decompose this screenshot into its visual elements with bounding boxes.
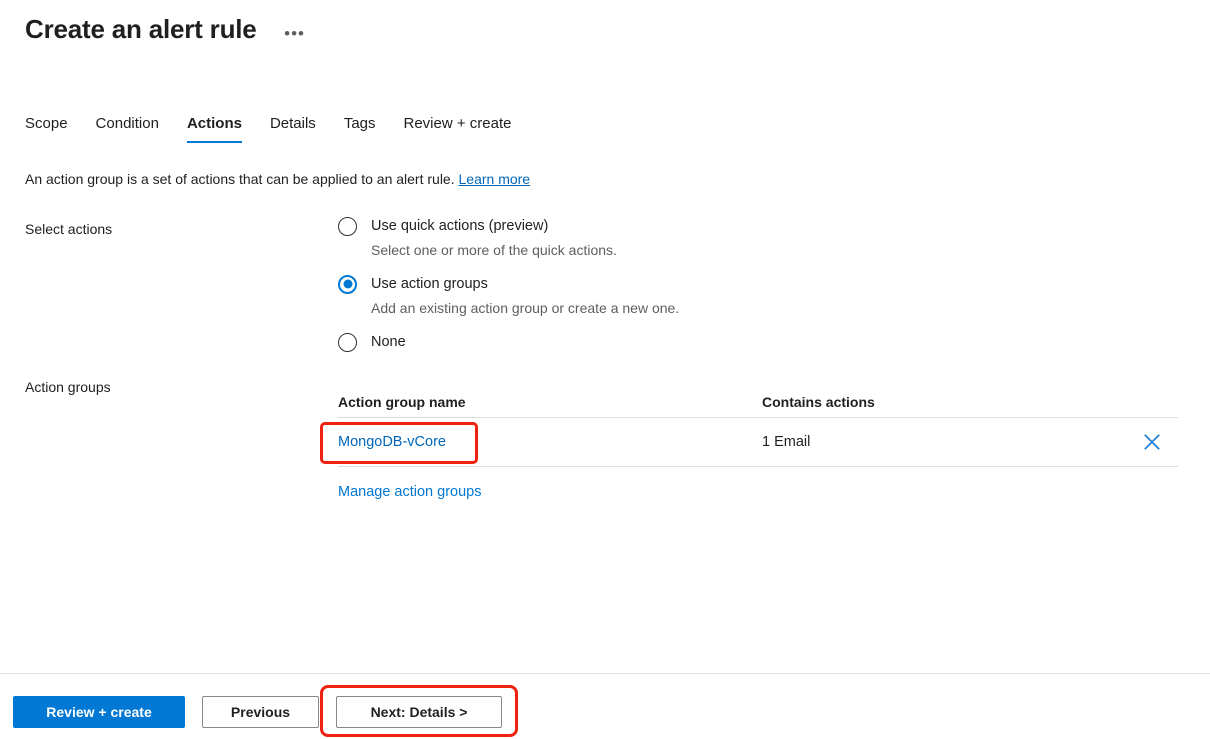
table-row: MongoDB-vCore 1 Email (338, 418, 1178, 467)
radio-description-action-groups: Add an existing action group or create a… (371, 299, 858, 318)
radio-row-quick-actions[interactable]: Use quick actions (preview) (338, 214, 858, 238)
footer-actions: Review + create Previous Next: Details > (13, 696, 502, 728)
more-options-icon[interactable]: ••• (283, 21, 307, 45)
radio-row-none[interactable]: None (338, 330, 858, 354)
action-group-name-link[interactable]: MongoDB-vCore (338, 434, 446, 450)
footer-divider (0, 673, 1210, 674)
select-actions-label: Select actions (25, 219, 112, 239)
intro-description: An action group is a set of actions that… (25, 171, 455, 187)
radio-checked-icon[interactable] (338, 275, 357, 294)
action-groups-label: Action groups (25, 377, 111, 397)
previous-button[interactable]: Previous (202, 696, 319, 728)
radio-unchecked-icon[interactable] (338, 217, 357, 236)
tab-details[interactable]: Details (256, 114, 330, 143)
tab-condition[interactable]: Condition (82, 114, 173, 143)
wizard-tabs: Scope Condition Actions Details Tags Rev… (25, 114, 525, 143)
radio-option-action-groups[interactable]: Use action groups Add an existing action… (338, 272, 858, 318)
tab-actions[interactable]: Actions (173, 114, 256, 143)
cell-remove (1126, 429, 1178, 455)
next-details-button[interactable]: Next: Details > (336, 696, 502, 728)
page-title: Create an alert rule (25, 10, 257, 48)
intro-text: An action group is a set of actions that… (25, 169, 530, 189)
tab-tags[interactable]: Tags (330, 114, 390, 143)
radio-label-none: None (371, 332, 406, 352)
close-x-icon[interactable] (1139, 429, 1165, 455)
radio-description-quick-actions: Select one or more of the quick actions. (371, 241, 858, 260)
action-groups-table: Action group name Contains actions Mongo… (338, 386, 1178, 467)
column-header-action-group-name: Action group name (338, 394, 762, 410)
radio-option-quick-actions[interactable]: Use quick actions (preview) Select one o… (338, 214, 858, 260)
page-header: Create an alert rule ••• (25, 10, 307, 48)
review-create-button[interactable]: Review + create (13, 696, 185, 728)
cell-action-group-name: MongoDB-vCore (338, 434, 762, 450)
table-header-row: Action group name Contains actions (338, 386, 1178, 418)
radio-unchecked-icon[interactable] (338, 333, 357, 352)
radio-row-action-groups[interactable]: Use action groups (338, 272, 858, 296)
learn-more-link[interactable]: Learn more (459, 171, 531, 187)
manage-action-groups-link[interactable]: Manage action groups (338, 484, 482, 500)
tab-review-create[interactable]: Review + create (390, 114, 526, 143)
radio-option-none[interactable]: None (338, 330, 858, 354)
tab-scope[interactable]: Scope (25, 114, 82, 143)
select-actions-radio-group: Use quick actions (preview) Select one o… (338, 214, 858, 354)
cell-contains-actions: 1 Email (762, 434, 1126, 450)
column-header-contains-actions: Contains actions (762, 394, 1126, 410)
radio-label-action-groups: Use action groups (371, 274, 488, 294)
radio-label-quick-actions: Use quick actions (preview) (371, 216, 548, 236)
